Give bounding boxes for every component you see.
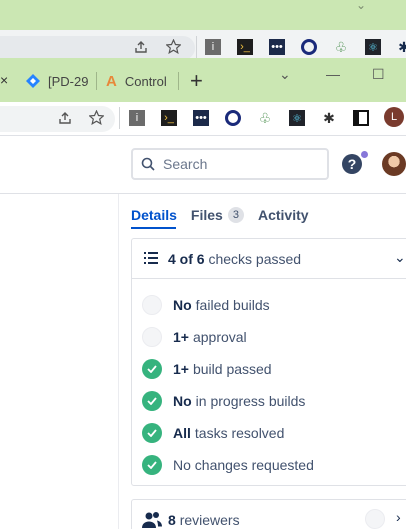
puzzle-extension-icon[interactable]: ✱: [321, 110, 337, 126]
leaf-extension-icon[interactable]: ♧: [333, 39, 349, 55]
maximize-button[interactable]: ☐: [372, 66, 385, 83]
toolbar-divider: [196, 36, 197, 58]
tab-label: Activity: [257, 207, 309, 223]
reviewer-avatar: [365, 509, 385, 529]
check-item: No failed builds: [142, 294, 270, 316]
notification-dot: [361, 151, 368, 158]
check-icon: [142, 423, 162, 443]
share-icon[interactable]: [58, 111, 72, 125]
browser-toolbar: i ›_ ••• ♧ ⚛ ✱ L: [0, 102, 406, 136]
check-text: in progress builds: [195, 393, 306, 409]
check-text: build passed: [192, 361, 272, 377]
check-item: All tasks resolved: [142, 422, 284, 444]
leaf-extension-icon[interactable]: ♧: [257, 110, 273, 126]
check-bold: 1+: [173, 329, 189, 345]
toolbar-divider: [119, 107, 120, 129]
pending-status-icon: [142, 327, 162, 347]
jira-icon: [26, 74, 40, 88]
tab-activity[interactable]: Activity: [258, 205, 309, 225]
help-icon[interactable]: ?: [342, 154, 362, 174]
pr-sidebar: Details Files 3 Activity 4 of 6 checks pa…: [118, 194, 406, 529]
reviewers-label: reviewers: [179, 512, 240, 528]
star-icon[interactable]: [166, 39, 181, 54]
reviewers-card[interactable]: 8 reviewers ›: [131, 499, 406, 529]
ring-extension-icon[interactable]: [301, 39, 317, 55]
reviewers-summary: 8 reviewers: [168, 512, 240, 528]
ring-extension-icon[interactable]: [225, 110, 241, 126]
outer-tabstrip: ⌄: [0, 0, 406, 30]
checks-summary-text: checks passed: [208, 251, 302, 267]
tab-label: Files: [190, 207, 223, 223]
terminal-extension-icon[interactable]: ›_: [237, 39, 253, 55]
merge-checks-card: 4 of 6 checks passed ⌄ No failed builds 1…: [131, 238, 406, 486]
check-text: No changes requested: [173, 457, 314, 473]
panel-tabs: Details Files 3 Activity: [131, 205, 323, 225]
tab-label: Control: [124, 73, 167, 89]
sidepanel-icon[interactable]: [353, 110, 369, 126]
check-text: tasks resolved: [194, 425, 285, 441]
people-icon: [142, 512, 162, 528]
checks-summary-count: 4 of 6: [168, 251, 205, 267]
check-item: No in progress builds: [142, 390, 305, 412]
check-item: 1+ build passed: [142, 358, 272, 380]
check-text: failed builds: [195, 297, 270, 313]
extension-icon[interactable]: i: [205, 39, 221, 55]
star-icon[interactable]: [89, 110, 104, 125]
active-tab-indicator: [131, 227, 176, 229]
pending-status-icon: [142, 295, 162, 315]
dots-extension-icon[interactable]: •••: [193, 110, 209, 126]
reviewers-count: 8: [168, 512, 176, 528]
check-bold: No: [173, 297, 192, 313]
puzzle-extension-icon[interactable]: ✱: [396, 39, 406, 55]
checks-summary: 4 of 6 checks passed: [168, 251, 301, 267]
check-bold: 1+: [173, 361, 189, 377]
check-item: 1+ approval: [142, 326, 247, 348]
chevron-down-icon[interactable]: ⌄: [394, 249, 406, 266]
check-bold: No: [173, 393, 192, 409]
tab-separator: [96, 72, 97, 90]
tab-details[interactable]: Details: [131, 205, 177, 225]
merge-checks-header[interactable]: 4 of 6 checks passed ⌄: [132, 239, 406, 279]
search-box[interactable]: [131, 148, 329, 180]
tab-label: Details: [131, 207, 177, 223]
check-icon: [142, 391, 162, 411]
check-text: approval: [192, 329, 247, 345]
terminal-extension-icon[interactable]: ›_: [161, 110, 177, 126]
tab-files[interactable]: Files 3: [191, 205, 244, 225]
react-extension-icon[interactable]: ⚛: [289, 110, 305, 126]
files-count-badge: 3: [227, 207, 244, 223]
chevron-down-icon[interactable]: ⌄: [356, 0, 366, 12]
check-item: No changes requested: [142, 454, 314, 476]
a-logo-icon: A: [106, 72, 117, 90]
new-tab-button[interactable]: +: [190, 68, 203, 94]
user-avatar[interactable]: [382, 152, 406, 176]
list-icon: [144, 252, 158, 264]
close-icon[interactable]: ×: [0, 72, 8, 88]
dots-extension-icon[interactable]: •••: [269, 39, 285, 55]
check-icon: [142, 455, 162, 475]
minimize-button[interactable]: —: [326, 66, 340, 82]
search-input[interactable]: [163, 154, 313, 174]
tabstrip: × [PD-29 A Control + ⌄ — ☐: [0, 58, 406, 102]
tab-label: [PD-29: [48, 73, 89, 89]
tab-search-icon[interactable]: ⌄: [279, 66, 291, 83]
check-icon: [142, 359, 162, 379]
tab-separator: [178, 72, 179, 90]
check-bold: All: [173, 425, 191, 441]
tab-pd[interactable]: [PD-29: [26, 70, 88, 92]
react-extension-icon[interactable]: ⚛: [365, 39, 381, 55]
tab-control[interactable]: A Control: [106, 70, 167, 92]
share-icon[interactable]: [134, 40, 148, 54]
extension-icon[interactable]: i: [129, 110, 145, 126]
search-icon: [141, 157, 155, 171]
profile-avatar[interactable]: L: [384, 107, 404, 127]
chevron-right-icon[interactable]: ›: [396, 509, 401, 525]
